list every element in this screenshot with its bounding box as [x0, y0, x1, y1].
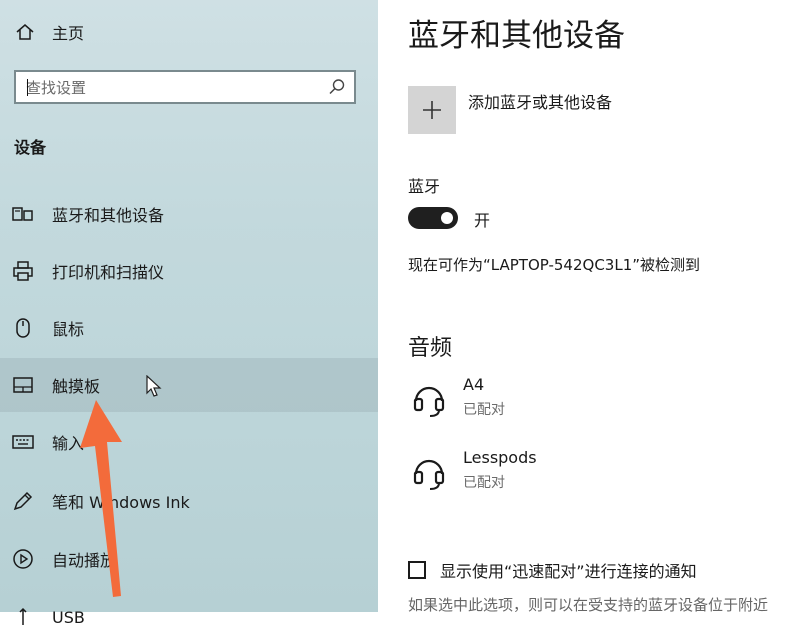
swift-pair-option[interactable]: 显示使用“迅速配对”进行连接的通知 [408, 558, 697, 582]
mouse-icon [10, 315, 36, 341]
sidebar-item-autoplay[interactable]: 自动播放 [0, 532, 378, 586]
sidebar: 主页 设备 蓝牙和其他设备 打印机和扫描仪 鼠标 触摸板 [0, 0, 378, 627]
search-input[interactable] [24, 72, 328, 104]
add-device-button[interactable] [408, 86, 456, 134]
sidebar-item-label: 鼠标 [52, 320, 85, 339]
sidebar-item-printers[interactable]: 打印机和扫描仪 [0, 244, 378, 298]
home-label: 主页 [52, 24, 85, 43]
usb-icon [10, 604, 36, 630]
plus-icon [423, 101, 441, 119]
touchpad-icon [10, 372, 36, 398]
sidebar-item-bluetooth[interactable]: 蓝牙和其他设备 [0, 187, 378, 241]
sidebar-item-pen[interactable]: 笔和 Windows Ink [0, 474, 378, 528]
toggle-knob [441, 212, 453, 224]
sidebar-item-label: 打印机和扫描仪 [52, 263, 165, 282]
sidebar-item-touchpad[interactable]: 触摸板 [0, 358, 378, 412]
annotation-arrow [80, 400, 122, 597]
home-icon [14, 21, 36, 43]
device-status: 已配对 [463, 402, 505, 418]
device-name: Lesspods [463, 448, 537, 467]
device-status: 已配对 [463, 475, 505, 491]
sidebar-item-usb[interactable]: USB [0, 590, 378, 644]
bluetooth-toggle-state: 开 [474, 211, 491, 230]
sidebar-item-label: 蓝牙和其他设备 [52, 206, 165, 225]
sidebar-item-typing[interactable]: 输入 [0, 415, 378, 469]
audio-section-title: 音频 [408, 336, 453, 361]
headset-icon [413, 459, 445, 490]
bluetooth-devices-icon [10, 201, 36, 227]
bluetooth-label: 蓝牙 [408, 177, 441, 196]
bluetooth-toggle[interactable] [408, 207, 458, 229]
audio-device-lesspods[interactable]: Lesspods 已配对 [408, 448, 768, 504]
text-caret [27, 79, 28, 96]
search-icon[interactable] [328, 78, 346, 96]
swift-pair-checkbox[interactable] [408, 561, 426, 579]
audio-device-a4[interactable]: A4 已配对 [408, 375, 768, 431]
sidebar-item-label: 触摸板 [52, 377, 101, 396]
device-name: A4 [463, 375, 485, 394]
add-device-label[interactable]: 添加蓝牙或其他设备 [468, 89, 612, 113]
autoplay-icon [10, 546, 36, 572]
keyboard-icon [10, 429, 36, 455]
sidebar-item-label: USB [52, 607, 85, 627]
home-link[interactable]: 主页 [14, 18, 84, 46]
main-panel: 蓝牙和其他设备 添加蓝牙或其他设备 蓝牙 开 现在可作为“LAPTOP-542Q… [378, 0, 800, 614]
section-title: 设备 [14, 138, 47, 157]
page-title: 蓝牙和其他设备 [408, 18, 625, 54]
mouse-pointer-icon [146, 375, 162, 397]
sidebar-item-mouse[interactable]: 鼠标 [0, 301, 378, 355]
printer-icon [10, 258, 36, 284]
headset-icon [413, 386, 445, 417]
swift-pair-label: 显示使用“迅速配对”进行连接的通知 [440, 562, 697, 581]
search-box[interactable] [14, 70, 356, 104]
pen-icon [10, 488, 36, 514]
discoverable-text: 现在可作为“LAPTOP-542QC3L1”被检测到 [408, 256, 701, 274]
